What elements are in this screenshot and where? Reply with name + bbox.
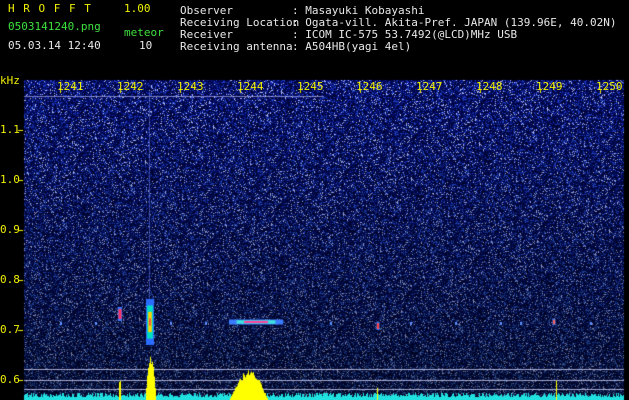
x-tick-1245: 1245 (297, 80, 324, 93)
y-tick-0-6: 0.6 (0, 373, 20, 386)
info-antenna-value: : A504HB(yagi 4el) (292, 40, 412, 53)
y-tick-0-7: 0.7 (0, 323, 20, 336)
x-tick-1247: 1247 (416, 80, 443, 93)
info-antenna-label: Receiving antenna (180, 40, 293, 53)
x-tick-1243: 1243 (177, 80, 204, 93)
x-tick-1250: 1250 (596, 80, 623, 93)
app-version: 1.00 (124, 2, 151, 15)
y-axis-unit: kHz (0, 74, 20, 87)
x-tick-1249: 1249 (536, 80, 563, 93)
y-tick-0-8: 0.8 (0, 273, 20, 286)
spectrogram (0, 0, 629, 400)
y-tick-1-1: 1.1 (0, 123, 20, 136)
file-name: 0503141240.png (8, 20, 101, 33)
x-tick-1242: 1242 (117, 80, 144, 93)
meteor-label: meteor (124, 26, 164, 39)
x-tick-1246: 1246 (356, 80, 383, 93)
date-time: 05.03.14 12:40 (8, 39, 101, 52)
x-tick-1241: 1241 (57, 80, 84, 93)
app-title: H R O F F T (8, 2, 92, 15)
y-tick-0-9: 0.9 (0, 223, 20, 236)
meteor-count: 10 (139, 39, 153, 52)
y-tick-1-0: 1.0 (0, 173, 20, 186)
x-tick-1244: 1244 (237, 80, 264, 93)
x-tick-1248: 1248 (476, 80, 503, 93)
